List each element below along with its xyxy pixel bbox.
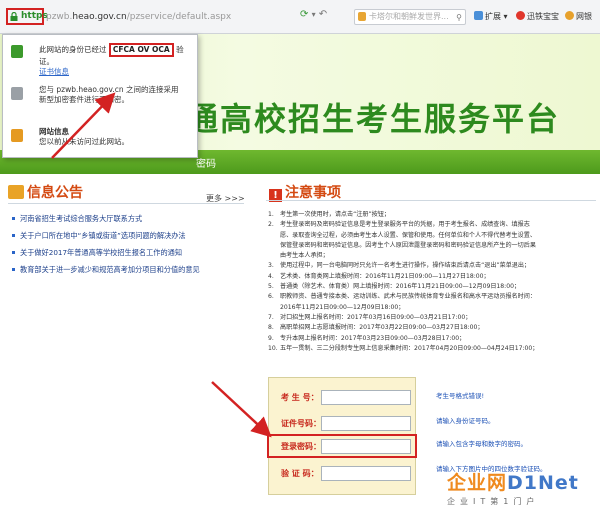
watermark-subtitle: 企业IT第1门户 xyxy=(447,497,540,506)
watermark-title: 企业网D1Net xyxy=(447,472,579,494)
watermark-logo: 企业网D1Net 企业IT第1门户 xyxy=(447,468,579,507)
annotation-arrow xyxy=(51,92,116,159)
annotation-arrow xyxy=(211,381,272,438)
annotation-arrows xyxy=(51,92,272,438)
